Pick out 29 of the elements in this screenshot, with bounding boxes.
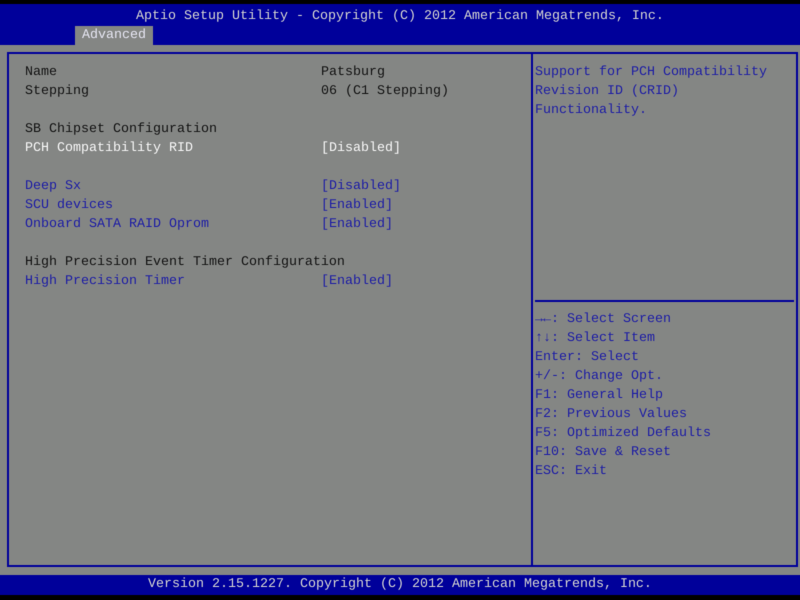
section-heading: SB Chipset Configuration: [25, 122, 217, 137]
status-text: Version 2.15.1227. Copyright (C) 2012 American Megatrends, Inc.: [148, 576, 652, 594]
setting-label[interactable]: PCH Compatibility RID: [25, 141, 193, 156]
info-value: 06 (C1 Stepping): [321, 83, 449, 101]
key-hint: F5: Optimized Defaults: [535, 426, 711, 441]
key-hint: ↑↓: Select Item: [535, 331, 655, 346]
key-hint: →←: Select Screen: [535, 312, 671, 327]
key-hint: Enter: Select: [535, 350, 639, 365]
setting-label[interactable]: SCU devices: [25, 198, 113, 213]
key-hint: F2: Previous Values: [535, 407, 687, 422]
tab[interactable]: Advanced: [75, 26, 153, 45]
section-heading: High Precision Event Timer Configuration: [25, 255, 345, 270]
key-hint: ESC: Exit: [535, 464, 607, 479]
key-hint: +/-: Change Opt.: [535, 369, 663, 384]
setting-value[interactable]: [Enabled]: [321, 272, 393, 291]
setting-label[interactable]: High Precision Timer: [25, 274, 185, 289]
info-label: Name: [25, 65, 57, 80]
setting-value[interactable]: [Disabled]: [321, 139, 401, 158]
setting-value[interactable]: [Enabled]: [321, 196, 393, 215]
help-text: Support for PCH Compatibility Revision ID (CRID) Functionality.: [535, 64, 768, 120]
setting-label[interactable]: Deep Sx: [25, 179, 81, 194]
window-title: Aptio Setup Utility - Copyright (C) 2012 American Megatrends, Inc.: [136, 8, 664, 26]
key-hint: F10: Save & Reset: [535, 445, 671, 460]
setting-value[interactable]: [Disabled]: [321, 177, 401, 196]
key-hint: F1: General Help: [535, 388, 663, 403]
info-label: Stepping: [25, 84, 89, 99]
setting-label[interactable]: Onboard SATA RAID Oprom: [25, 217, 209, 232]
info-value: Patsburg: [321, 64, 385, 82]
setting-value[interactable]: [Enabled]: [321, 215, 393, 234]
